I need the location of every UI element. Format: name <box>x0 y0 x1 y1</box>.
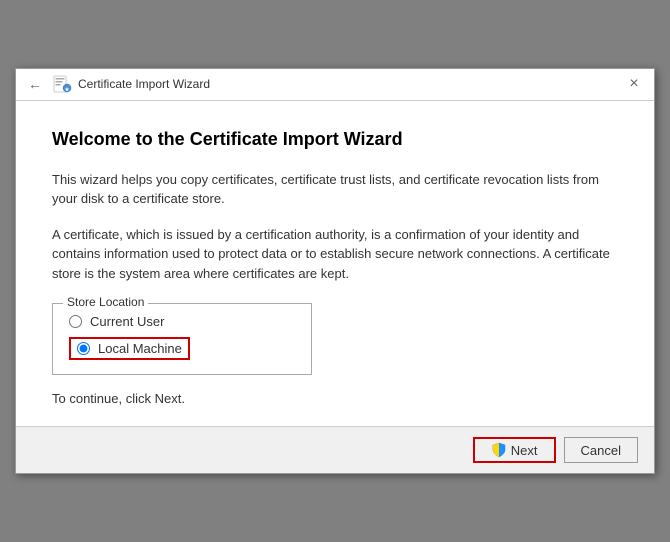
wizard-window: ← ★ Certificate Import Wizard × Welcome … <box>15 68 655 475</box>
continue-text: To continue, click Next. <box>52 391 618 406</box>
description-2: A certificate, which is issued by a cert… <box>52 225 618 284</box>
store-location-label: Store Location <box>63 295 148 309</box>
next-button[interactable]: Next <box>473 437 556 463</box>
window-title: Certificate Import Wizard <box>78 77 210 91</box>
shield-icon <box>491 442 507 458</box>
footer: Next Cancel <box>16 426 654 473</box>
title-bar-left: ← ★ Certificate Import Wizard <box>24 74 210 94</box>
current-user-radio[interactable] <box>69 315 82 328</box>
cancel-label: Cancel <box>581 443 621 458</box>
back-button[interactable]: ← <box>24 74 46 94</box>
local-machine-option[interactable]: Local Machine <box>69 337 295 360</box>
current-user-option[interactable]: Current User <box>69 314 295 329</box>
cancel-button[interactable]: Cancel <box>564 437 638 463</box>
local-machine-label: Local Machine <box>98 341 182 356</box>
close-button[interactable]: × <box>622 72 646 96</box>
wizard-heading: Welcome to the Certificate Import Wizard <box>52 129 618 150</box>
next-label: Next <box>511 443 538 458</box>
description-1: This wizard helps you copy certificates,… <box>52 170 618 209</box>
store-location-group: Store Location Current User Local Machin… <box>52 303 312 375</box>
current-user-label: Current User <box>90 314 164 329</box>
wizard-content: Welcome to the Certificate Import Wizard… <box>16 101 654 427</box>
svg-text:★: ★ <box>65 87 70 93</box>
local-machine-radio[interactable] <box>77 342 90 355</box>
title-bar: ← ★ Certificate Import Wizard × <box>16 69 654 101</box>
local-machine-highlight: Local Machine <box>69 337 190 360</box>
cert-title-icon: ★ <box>52 74 72 94</box>
